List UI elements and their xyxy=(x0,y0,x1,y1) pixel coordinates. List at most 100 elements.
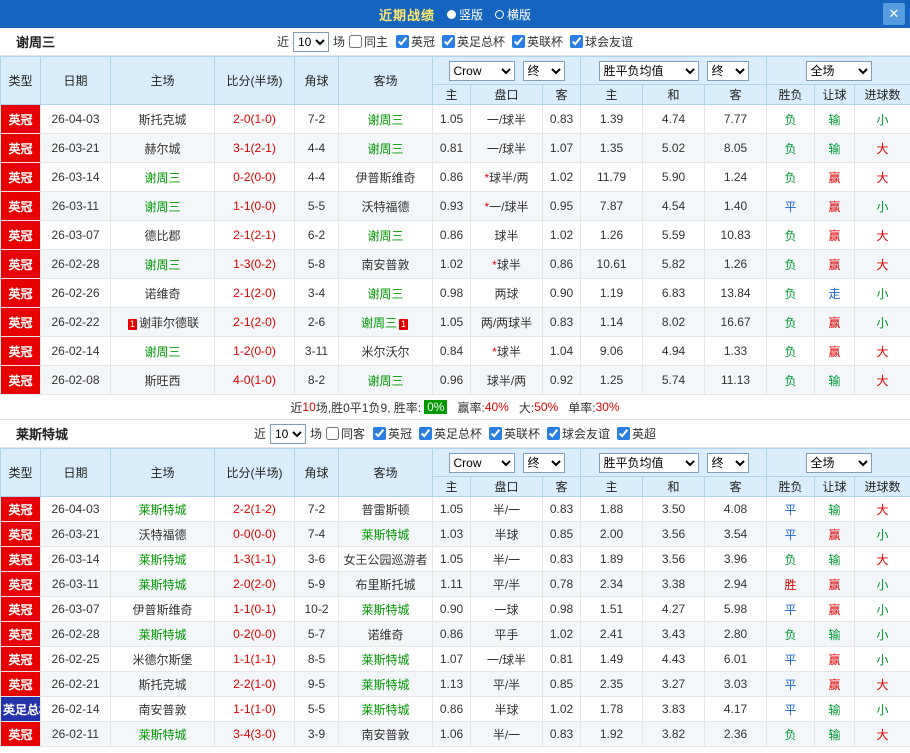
euro-avg-select[interactable]: 胜平负均值 xyxy=(598,60,699,81)
checkbox[interactable] xyxy=(512,35,526,48)
handicap-result-cell: 赢 xyxy=(814,646,856,672)
asian-away-odds: 1.02 xyxy=(541,220,582,250)
league-checkbox[interactable]: 英足总杯 xyxy=(442,33,505,50)
goals-result-cell: 小 xyxy=(854,621,910,647)
match-score: 0-0(0-0) xyxy=(214,521,295,547)
checkbox[interactable] xyxy=(325,427,339,440)
result-group: 全场 xyxy=(766,448,910,477)
asian-away-odds: 0.92 xyxy=(541,365,582,395)
match-date: 26-03-14 xyxy=(40,162,111,192)
match-score: 2-1(2-0) xyxy=(214,307,295,337)
asian-final-select[interactable]: 终 xyxy=(522,452,565,473)
match-score: 2-1(2-1) xyxy=(214,220,295,250)
odds-company-select[interactable]: Crow xyxy=(448,452,515,473)
league-checkbox[interactable]: 英联杯 xyxy=(512,33,563,50)
asian-home-odds: 1.05 xyxy=(432,546,471,572)
handicap-result-cell: 赢 xyxy=(814,162,856,192)
euro-draw-odds: 5.59 xyxy=(642,220,706,250)
league-checkbox[interactable]: 球会友谊 xyxy=(570,33,633,50)
asian-home-odds: 1.05 xyxy=(432,104,471,134)
subcol-handicap-result: 让球 xyxy=(814,84,856,105)
euro-away-odds: 3.54 xyxy=(704,521,768,547)
radio-vertical-layout[interactable]: 竖版 xyxy=(446,6,483,23)
handicap-result-cell: 输 xyxy=(814,365,856,395)
league-checkbox[interactable]: 英超 xyxy=(617,425,656,442)
league-checkbox[interactable]: 英足总杯 xyxy=(419,425,482,442)
league-checkbox[interactable]: 英冠 xyxy=(372,425,412,442)
checkbox[interactable] xyxy=(547,427,561,440)
fulltime-select[interactable]: 全场 xyxy=(805,60,872,81)
league-checkbox[interactable]: 英冠 xyxy=(395,33,435,50)
filters: 近 10 场 同主 英冠 英足总杯 英联杯 球会友谊 xyxy=(277,31,633,52)
col-header-away: 客场 xyxy=(338,56,433,105)
checkbox[interactable] xyxy=(348,35,362,48)
league-filters: 英冠 英足总杯 英联杯 球会友谊 xyxy=(372,425,656,442)
checkbox[interactable] xyxy=(395,35,409,48)
asian-away-odds: 1.04 xyxy=(541,336,582,366)
league-checkbox[interactable]: 英联杯 xyxy=(489,425,540,442)
goals-result-cell: 小 xyxy=(854,521,910,547)
euro-final-select[interactable]: 终 xyxy=(706,452,749,473)
euro-draw-odds: 5.02 xyxy=(642,133,706,163)
corner-score: 9-5 xyxy=(294,671,339,697)
match-row: 英冠 26-02-28 谢周三 1-3(0-2) 5-8 南安普敦 1.02 *… xyxy=(0,249,910,279)
goals-result-cell: 小 xyxy=(854,596,910,622)
team-name: 莱斯特城 xyxy=(16,427,69,442)
handicap-result-cell: 输 xyxy=(814,104,856,134)
away-team: 莱斯特城 xyxy=(338,596,433,622)
match-score: 1-1(0-0) xyxy=(214,191,295,221)
asian-away-odds: 0.78 xyxy=(541,571,582,597)
checkbox[interactable] xyxy=(372,427,386,440)
radio-horizontal-layout[interactable]: 横版 xyxy=(495,6,531,23)
result-cell: 平 xyxy=(766,596,816,622)
checkbox[interactable] xyxy=(442,35,455,48)
home-team: 莱斯特城 xyxy=(110,621,215,647)
corner-score: 4-4 xyxy=(294,162,339,192)
asian-handicap: 半球 xyxy=(470,696,543,722)
asian-home-odds: 1.11 xyxy=(432,571,471,597)
checkbox[interactable] xyxy=(617,427,631,440)
league-label: 英冠 xyxy=(410,35,435,49)
close-icon[interactable]: ✕ xyxy=(883,3,905,25)
asian-home-odds: 0.86 xyxy=(432,220,471,250)
handicap-result-cell: 赢 xyxy=(814,521,856,547)
checkbox[interactable] xyxy=(570,35,584,48)
league-type-badge: 英冠 xyxy=(0,104,41,134)
euro-home-odds: 1.25 xyxy=(580,365,644,395)
same-venue-checkbox[interactable]: 同客 xyxy=(325,425,365,442)
euro-avg-select[interactable]: 胜平负均值 xyxy=(598,452,699,473)
league-checkbox[interactable]: 球会友谊 xyxy=(547,425,610,442)
recent-count-select[interactable]: 10 xyxy=(269,423,306,444)
euro-final-select[interactable]: 终 xyxy=(706,60,749,81)
match-date: 26-04-03 xyxy=(40,496,111,522)
home-team: 莱斯特城 xyxy=(110,496,215,522)
asian-handicap: 球半/两 xyxy=(470,365,543,395)
league-type-badge: 英冠 xyxy=(0,646,41,672)
recent-count-select[interactable]: 10 xyxy=(292,31,329,52)
odds-company-select[interactable]: Crow xyxy=(448,60,515,81)
record-summary: 近 10 场,胜0平1负9, 胜率: 0% 赢率: 40% 大: 50% 单率: 30% xyxy=(0,395,910,420)
same-venue-checkbox[interactable]: 同主 xyxy=(348,33,388,50)
home-team: 斯旺西 xyxy=(110,365,215,395)
corner-score: 2-6 xyxy=(294,307,339,337)
handicap-result-cell: 赢 xyxy=(814,307,856,337)
league-label: 英冠 xyxy=(387,427,412,441)
euro-draw-odds: 5.90 xyxy=(642,162,706,192)
asian-home-odds: 1.13 xyxy=(432,671,471,697)
asian-final-select[interactable]: 终 xyxy=(522,60,565,81)
asian-away-odds: 0.86 xyxy=(541,249,582,279)
checkbox[interactable] xyxy=(489,427,503,440)
asian-home-odds: 1.02 xyxy=(432,249,471,279)
radio-selected-icon xyxy=(446,9,456,19)
euro-away-odds: 1.24 xyxy=(704,162,768,192)
col-header-type: 类型 xyxy=(0,56,41,105)
fulltime-select[interactable]: 全场 xyxy=(805,452,872,473)
away-team: 谢周三 xyxy=(338,278,433,308)
home-team: 赫尔城 xyxy=(110,133,215,163)
games-label: 场 xyxy=(309,427,322,441)
euro-draw-odds: 3.82 xyxy=(642,721,706,747)
asian-home-odds: 0.84 xyxy=(432,336,471,366)
checkbox[interactable] xyxy=(419,427,432,440)
league-label: 英联杯 xyxy=(527,35,564,49)
subcol-euro-home: 主 xyxy=(580,84,644,105)
